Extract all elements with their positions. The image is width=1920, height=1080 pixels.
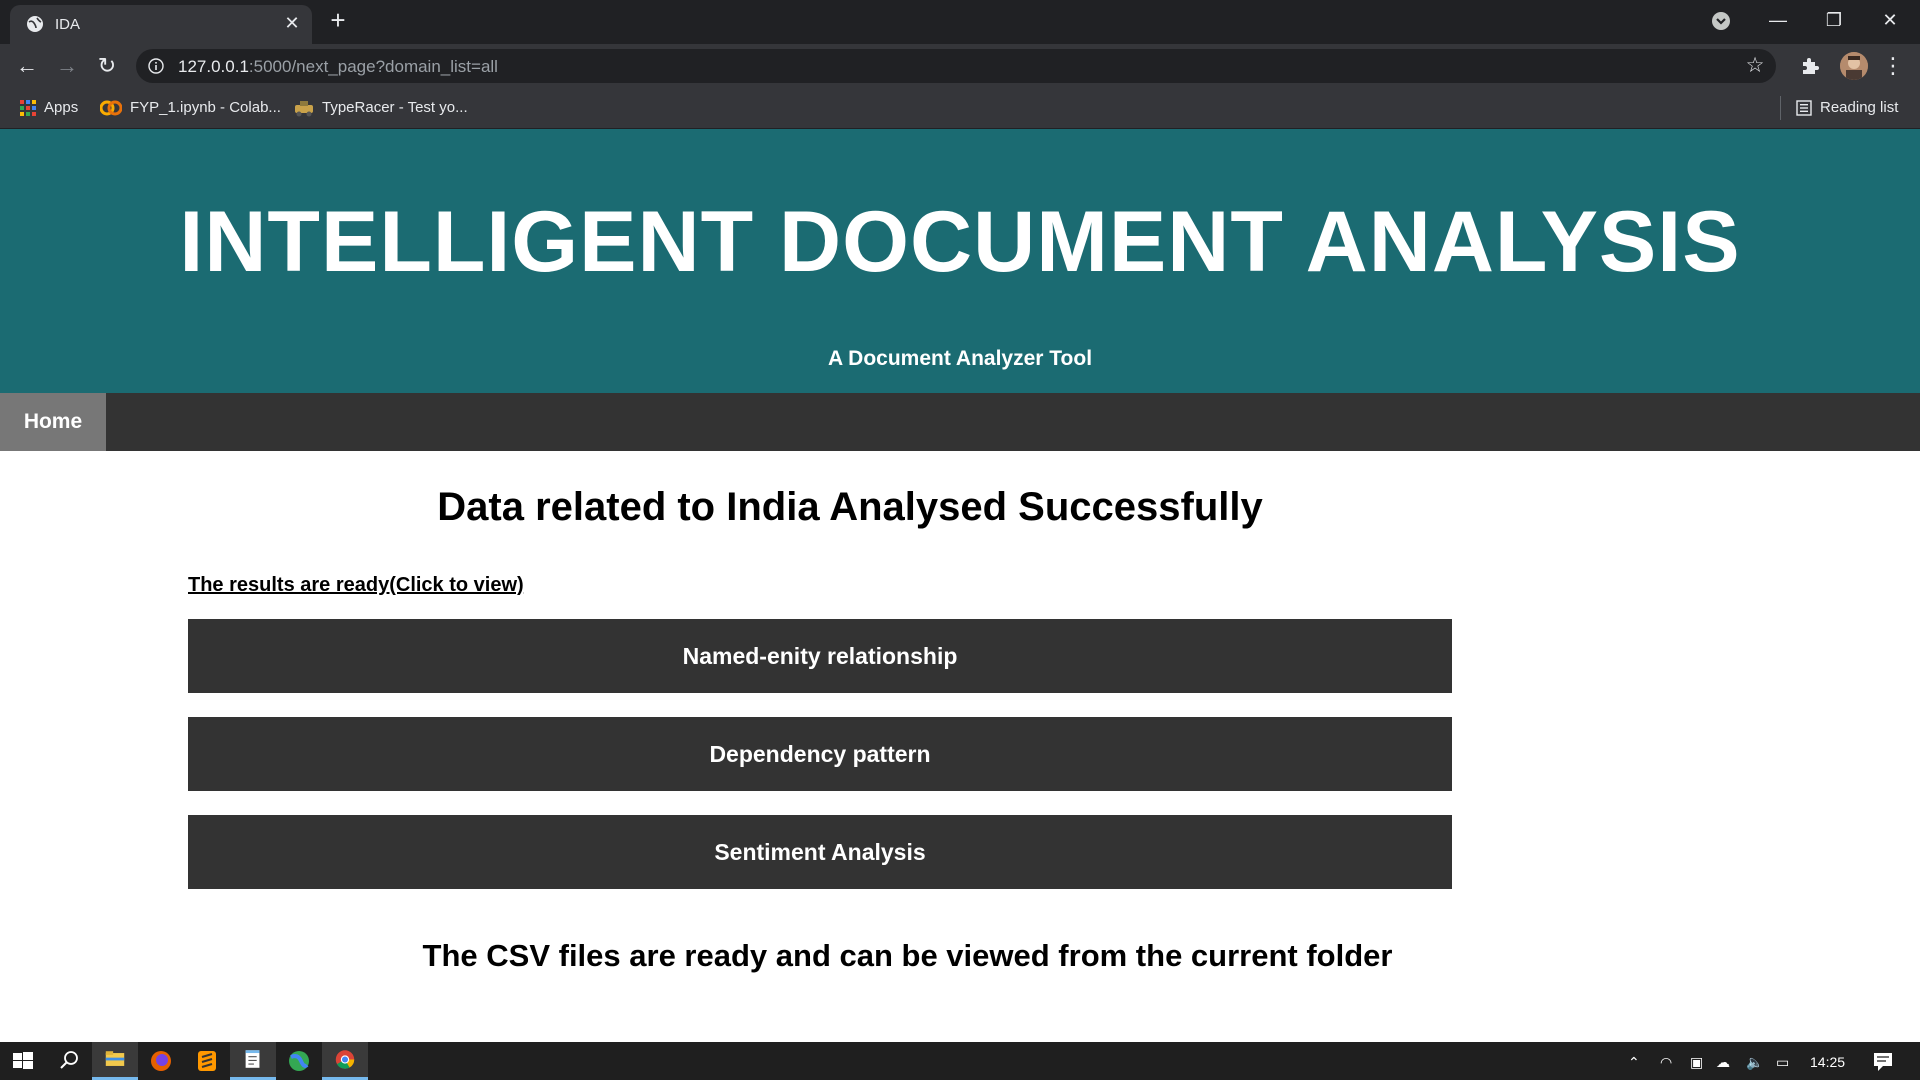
bookmarks-bar: Apps FYP_1.ipynb - Colab... TypeRacer - … — [0, 88, 1920, 129]
globe-icon — [27, 16, 43, 32]
reading-list-button[interactable]: Reading list — [1796, 96, 1898, 120]
windows-taskbar: ⌃ ◠ ▣ ☁ 🔈 ▭ 14:25 — [0, 1042, 1920, 1080]
site-navbar: Home — [0, 393, 1920, 451]
tab-search-icon[interactable] — [1710, 10, 1732, 32]
notepad-icon[interactable] — [230, 1042, 276, 1080]
reload-icon[interactable]: ↻ — [93, 52, 121, 80]
forward-icon[interactable]: → — [53, 52, 81, 80]
bookmark-star-icon[interactable]: ☆ — [1744, 55, 1766, 77]
url-text: 127.0.0.1:5000/next_page?domain_list=all — [178, 57, 498, 77]
bookmark-label: TypeRacer - Test yo... — [322, 99, 468, 116]
back-icon[interactable]: ← — [13, 52, 41, 80]
address-bar[interactable]: 127.0.0.1:5000/next_page?domain_list=all… — [136, 49, 1776, 83]
close-window-icon[interactable]: ✕ — [1870, 6, 1910, 34]
site-subtitle: A Document Analyzer Tool — [827, 347, 1093, 370]
browser-toolbar: ← → ↻ 127.0.0.1:5000/next_page?domain_li… — [0, 44, 1920, 88]
profile-avatar[interactable] — [1840, 52, 1868, 80]
tray-chevron-icon[interactable]: ⌃ — [1628, 1052, 1640, 1072]
browser-tabstrip: IDA ✕ + — ❐ ✕ — [0, 0, 1920, 44]
tab-close-icon[interactable]: ✕ — [282, 13, 302, 33]
firefox-icon[interactable] — [138, 1042, 184, 1080]
reading-list-icon — [1796, 100, 1812, 116]
usb-icon[interactable]: ▣ — [1690, 1052, 1703, 1072]
site-header: INTELLIGENT DOCUMENT ANALYSIS A Document… — [0, 129, 1920, 393]
extensions-puzzle-icon[interactable] — [1798, 54, 1822, 78]
nav-home-link[interactable]: Home — [0, 393, 106, 451]
bookmark-typeracer[interactable]: TypeRacer - Test yo... — [294, 96, 468, 120]
bookmarks-separator — [1780, 96, 1781, 120]
onedrive-icon[interactable]: ☁ — [1716, 1052, 1730, 1072]
reading-list-label: Reading list — [1820, 99, 1899, 116]
apps-grid-icon — [20, 100, 36, 117]
maps-icon[interactable] — [276, 1042, 322, 1080]
wifi-icon[interactable]: ◠ — [1660, 1052, 1672, 1072]
site-info-icon[interactable] — [148, 58, 164, 74]
bookmark-label: FYP_1.ipynb - Colab... — [130, 99, 281, 116]
avatar-image — [1840, 52, 1868, 80]
windows-start-icon[interactable] — [0, 1042, 46, 1080]
new-tab-icon[interactable]: + — [326, 7, 350, 33]
csv-ready-note: The CSV files are ready and can be viewe… — [422, 938, 1393, 973]
dependency-pattern-button[interactable]: Dependency pattern — [188, 717, 1452, 791]
taskbar-clock[interactable]: 14:25 — [1810, 1052, 1845, 1072]
site-title: INTELLIGENT DOCUMENT ANALYSIS — [179, 194, 1741, 290]
browser-menu-icon[interactable]: ⋮ — [1882, 52, 1904, 80]
chrome-icon[interactable] — [322, 1042, 368, 1080]
bookmark-colab[interactable]: FYP_1.ipynb - Colab... — [100, 96, 281, 120]
minimize-icon[interactable]: — — [1758, 6, 1798, 34]
named-entity-button[interactable]: Named-enity relationship — [188, 619, 1452, 693]
volume-icon[interactable]: 🔈 — [1746, 1052, 1763, 1072]
url-host: 127.0.0.1 — [178, 57, 249, 76]
results-link[interactable]: The results are ready(Click to view) — [188, 574, 524, 597]
notifications-icon[interactable] — [1860, 1042, 1906, 1080]
search-icon[interactable] — [46, 1042, 92, 1080]
typeracer-icon — [295, 101, 313, 117]
bookmark-apps[interactable]: Apps — [20, 96, 78, 120]
bookmark-label: Apps — [44, 99, 79, 116]
sublime-text-icon[interactable] — [184, 1042, 230, 1080]
battery-icon[interactable]: ▭ — [1776, 1052, 1789, 1072]
tab-title: IDA — [55, 16, 81, 33]
sentiment-analysis-button[interactable]: Sentiment Analysis — [188, 815, 1452, 889]
browser-tab-ida[interactable]: IDA ✕ — [10, 5, 312, 44]
restore-icon[interactable]: ❐ — [1814, 6, 1854, 34]
file-explorer-icon[interactable] — [92, 1042, 138, 1080]
colab-icon — [100, 100, 122, 116]
success-heading: Data related to India Analysed Successfu… — [437, 485, 1263, 529]
url-path: :5000/next_page?domain_list=all — [248, 57, 498, 76]
